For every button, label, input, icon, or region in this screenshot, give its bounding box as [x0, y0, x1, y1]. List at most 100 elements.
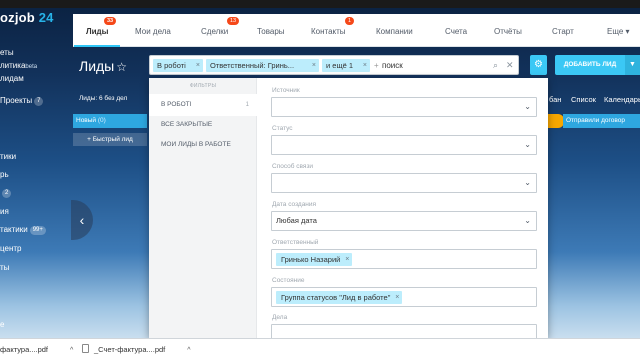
chevron-down-icon: ▾ — [625, 27, 630, 36]
sidebar-item-label: литика — [0, 61, 26, 70]
tab-my-tasks[interactable]: Мои дела — [135, 14, 171, 47]
sidebar-item-sites-2[interactable]: ты — [0, 263, 9, 272]
download-item[interactable]: _Счет-фактура....pdf ^ — [82, 339, 191, 360]
responsible-field[interactable]: Гринько Назарий × — [271, 249, 537, 269]
app-logo[interactable]: ozjob 24 — [0, 10, 54, 25]
filter-chip[interactable]: В роботі × — [153, 59, 203, 72]
sidebar-item-disk[interactable]: 2 — [0, 188, 12, 198]
tab-start[interactable]: Старт — [552, 14, 574, 47]
close-icon[interactable]: × — [312, 59, 316, 72]
tab-label: Товары — [257, 27, 285, 36]
preset-item[interactable]: МОИ ЛИДЫ В РАБОТЕ — [149, 134, 257, 156]
preset-count: 1 — [245, 102, 249, 108]
quick-lead-button[interactable]: + Быстрый лид — [73, 133, 147, 146]
state-field[interactable]: Группа статусов "Лид в работе" × — [271, 287, 537, 307]
source-select[interactable]: ⌄ — [271, 97, 537, 117]
sidebar-item-label: ты — [0, 263, 10, 272]
tab-deals[interactable]: Сделки 13 — [201, 14, 240, 47]
star-icon[interactable]: ☆ — [116, 60, 127, 74]
preset-label: ВСЕ ЗАКРЫТЫЕ — [161, 121, 213, 128]
filter-chip-label: Ответственный: Гринь... — [210, 61, 295, 70]
chevron-down-icon: ⌄ — [524, 178, 531, 187]
kanban-column-header-right[interactable]: Отправили договор — [563, 114, 640, 128]
field-label-tasks: Дела — [272, 314, 288, 321]
tab-invoices[interactable]: Счета — [445, 14, 467, 47]
sidebar-item-label: тактики — [0, 225, 28, 234]
column-title: Новый — [76, 117, 97, 124]
view-tab-kanban[interactable]: бан — [549, 95, 561, 104]
chevron-up-icon[interactable]: ^ — [187, 347, 190, 354]
tab-more[interactable]: Еще ▾ — [607, 14, 630, 47]
chevron-down-icon: ⌄ — [524, 140, 531, 149]
tasks-field[interactable] — [271, 324, 537, 338]
preset-item[interactable]: В РОБОТІ 1 — [149, 94, 257, 116]
add-lead-dropdown[interactable]: ▼ — [625, 55, 640, 75]
sidebar-item-sites[interactable]: еты — [0, 48, 14, 57]
tab-label: Компании — [376, 27, 413, 36]
page-title-text: Лиды — [79, 58, 115, 74]
contact-method-select[interactable]: ⌄ — [271, 173, 537, 193]
sidebar-item-leads[interactable]: лидам — [0, 74, 24, 83]
tab-contacts[interactable]: Контакты 1 — [311, 14, 355, 47]
state-chip[interactable]: Группа статусов "Лид в работе" × — [276, 291, 403, 304]
sidebar-item-label: тики — [0, 152, 17, 161]
download-item[interactable]: фактура....pdf ^ — [0, 339, 73, 360]
tab-leads[interactable]: Лиды 33 — [73, 14, 122, 47]
filter-presets: ФИЛЬТРЫ В РОБОТІ 1 ВСЕ ЗАКРЫТЫЕ МОИ ЛИДЫ… — [149, 78, 257, 338]
window-top-strip — [0, 0, 640, 8]
search-input[interactable] — [382, 59, 472, 72]
close-icon[interactable]: × — [363, 59, 367, 72]
scroll-left-arrow-icon[interactable]: ‹ — [71, 200, 93, 240]
add-filter-icon[interactable]: + — [374, 59, 379, 72]
view-switcher: бан Список Календарь — [549, 95, 640, 107]
chevron-up-icon[interactable]: ^ — [70, 347, 73, 354]
filter-chip[interactable]: Ответственный: Гринь... × — [206, 59, 319, 72]
responsible-chip[interactable]: Гринько Назарий × — [276, 253, 353, 266]
preset-label: МОИ ЛИДЫ В РАБОТЕ — [161, 141, 231, 148]
settings-button[interactable]: ⚙ — [530, 55, 547, 75]
chip-label: Группа статусов "Лид в работе" — [281, 293, 391, 302]
sidebar-item-company[interactable]: ия — [0, 207, 9, 216]
filter-chip-label: В роботі — [157, 61, 186, 70]
add-lead-button[interactable]: ДОБАВИТЬ ЛИД — [555, 55, 625, 75]
chevron-down-icon: ⌄ — [524, 216, 531, 225]
close-icon[interactable]: × — [345, 253, 349, 266]
filter-chip[interactable]: и ещё 1 × — [322, 59, 370, 72]
tab-label: Мои дела — [135, 27, 171, 36]
sidebar-item-contact-center[interactable]: центр — [0, 244, 21, 253]
sidebar-item-label: еты — [0, 48, 14, 57]
search-icon[interactable]: ⌕ — [493, 59, 498, 72]
sidebar-item-contacts[interactable]: тактики 99+ — [0, 225, 46, 235]
tab-reports[interactable]: Отчёты — [494, 14, 522, 47]
sidebar-item-label: ия — [0, 207, 9, 216]
sidebar-item-analytics[interactable]: литикаbeta — [0, 61, 37, 70]
kanban-column-header[interactable]: Новый (0) — [73, 114, 147, 128]
filter-search-bar[interactable]: В роботі × Ответственный: Гринь... × и ещё… — [149, 55, 519, 75]
sidebar-item-stats[interactable]: тики — [0, 152, 16, 161]
created-date-select[interactable]: Любая дата ⌄ — [271, 211, 537, 231]
close-icon[interactable]: × — [395, 291, 399, 304]
status-select[interactable]: ⌄ — [271, 135, 537, 155]
tab-label: Еще — [607, 27, 624, 36]
leads-suffix[interactable]: без дел — [104, 95, 127, 102]
view-tab-list[interactable]: Список — [571, 95, 596, 104]
logo-number: 24 — [38, 10, 54, 25]
sidebar-item-calendar[interactable]: рь — [0, 170, 9, 179]
field-label-contact-method: Способ связи — [272, 163, 314, 170]
field-value: Любая дата — [276, 216, 317, 225]
tab-companies[interactable]: Компании — [376, 14, 413, 47]
clear-icon[interactable]: ✕ — [506, 59, 514, 72]
chip-label: Гринько Назарий — [281, 255, 341, 264]
tab-products[interactable]: Товары — [257, 14, 285, 47]
sidebar-item-projects[interactable]: Проекты 7 — [0, 96, 44, 106]
left-sidebar: еты литикаbeta лидам Проекты 7 тики рь 2 … — [0, 48, 72, 338]
preset-item[interactable]: ВСЕ ЗАКРЫТЫЕ — [149, 114, 257, 136]
view-tab-calendar[interactable]: Календарь — [604, 95, 640, 104]
tab-label: Отчёты — [494, 27, 522, 36]
sidebar-item-label: рь — [0, 170, 9, 179]
sidebar-item-more[interactable]: е — [0, 320, 4, 329]
leads-counter: Лиды: 6 без дел — [79, 95, 127, 102]
field-label-created-date: Дата создания — [272, 201, 317, 208]
close-icon[interactable]: × — [196, 59, 200, 72]
gear-icon: ⚙ — [534, 59, 543, 70]
